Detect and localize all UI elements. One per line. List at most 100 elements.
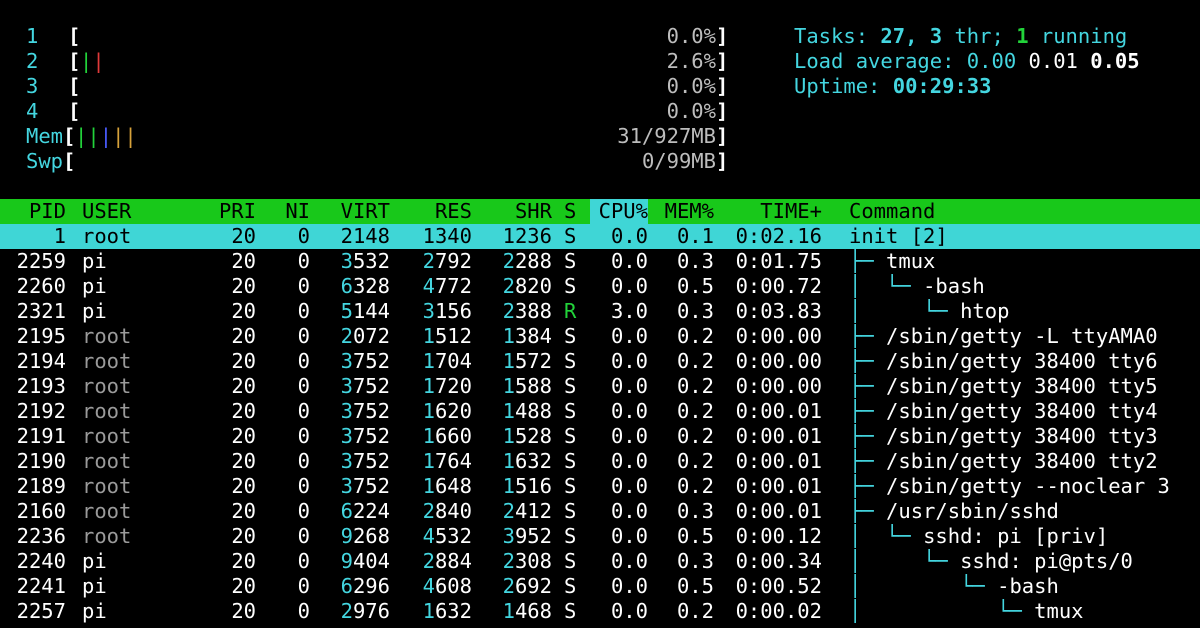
process-nice: 0 bbox=[297, 224, 310, 248]
column-mem[interactable]: MEM% bbox=[654, 199, 714, 224]
process-cpu-percent: 0.0 bbox=[610, 549, 648, 573]
process-row[interactable]: 2241 pi 20 0 6296 4608 2692 S 0.0 0.5 0:00.52 │ └─ … bbox=[0, 574, 1200, 599]
value-thousands: 3 bbox=[422, 299, 435, 323]
process-shr: 1488 bbox=[480, 399, 552, 424]
process-time: 0:00.00 bbox=[735, 324, 822, 348]
column-pid[interactable]: PID bbox=[0, 199, 66, 224]
process-cpu-percent: 0.0 bbox=[610, 224, 648, 248]
process-row[interactable]: 2194 root 20 0 3752 1704 1572 S 0.0 0.2 0:00.00 ├─ … bbox=[0, 349, 1200, 374]
process-pid: 2260 bbox=[16, 274, 66, 298]
process-time: 0:00.00 bbox=[735, 374, 822, 398]
column-res[interactable]: RES bbox=[400, 199, 472, 224]
column-virt[interactable]: VIRT bbox=[320, 199, 390, 224]
process-command: ├─ /sbin/getty --noclear 3 bbox=[849, 474, 1200, 499]
process-cpu-percent: 0.0 bbox=[610, 349, 648, 373]
process-row[interactable]: 2257 pi 20 0 2976 1632 1468 S 0.0 0.2 0:00.02 │ └─ … bbox=[0, 599, 1200, 624]
process-tree-branch: │ └─ bbox=[849, 599, 1035, 623]
meter-bracket-close: ] bbox=[716, 74, 729, 98]
process-mem-percent: 0.5 bbox=[676, 524, 714, 548]
process-command: │ └─ -bash bbox=[849, 274, 1200, 299]
process-virt: 3752 bbox=[320, 399, 390, 424]
process-row[interactable]: 2189 root 20 0 3752 1648 1516 S 0.0 0.2 0:00.01 ├─ … bbox=[0, 474, 1200, 499]
meter-bar-segment: | bbox=[99, 124, 113, 148]
value-remainder: 412 bbox=[514, 499, 552, 523]
uptime-label: Uptime: bbox=[794, 74, 893, 98]
column-shr[interactable]: SHR bbox=[480, 199, 552, 224]
process-row[interactable]: 2259 pi 20 0 3532 2792 2288 S 0.0 0.3 0:01.75 ├─ tm… bbox=[0, 249, 1200, 274]
process-mem-percent: 0.2 bbox=[676, 474, 714, 498]
column-command[interactable]: Command bbox=[849, 199, 1189, 224]
process-row[interactable]: 2236 root 20 0 9268 4532 3952 S 0.0 0.5 0:00.12 │ └… bbox=[0, 524, 1200, 549]
process-row[interactable]: 2195 root 20 0 2072 1512 1384 S 0.0 0.2 0:00.00 ├─ … bbox=[0, 324, 1200, 349]
value-thousands: 3 bbox=[502, 524, 515, 548]
process-mem-percent: 0.3 bbox=[676, 549, 714, 573]
process-nice: 0 bbox=[297, 324, 310, 348]
process-command: ├─ /sbin/getty 38400 tty3 bbox=[849, 424, 1200, 449]
process-tree-branch: ├─ bbox=[849, 374, 887, 398]
process-row[interactable]: 2321 pi 20 0 5144 3156 2388 R 3.0 0.3 0:03.83 │ └─ … bbox=[0, 299, 1200, 324]
value-remainder: 620 bbox=[434, 399, 472, 423]
process-pid: 2195 bbox=[16, 324, 66, 348]
uptime: Uptime: 00:29:33 bbox=[794, 74, 992, 98]
process-command: │ └─ sshd: pi@pts/0 bbox=[849, 549, 1200, 574]
process-command: ├─ /sbin/getty 38400 tty2 bbox=[849, 449, 1200, 474]
load-average-15: 0.05 bbox=[1090, 49, 1140, 73]
process-virt: 6224 bbox=[320, 499, 390, 524]
process-row[interactable]: 2260 pi 20 0 6328 4772 2820 S 0.0 0.5 0:00.72 │ └─ … bbox=[0, 274, 1200, 299]
process-mem-percent: 0.2 bbox=[676, 424, 714, 448]
process-row[interactable]: 2160 root 20 0 6224 2840 2412 S 0.0 0.3 0:00.01 ├─ … bbox=[0, 499, 1200, 524]
column-ni[interactable]: NI bbox=[264, 199, 310, 224]
process-row[interactable]: 2193 root 20 0 3752 1720 1588 S 0.0 0.2 0:00.00 ├─ … bbox=[0, 374, 1200, 399]
process-nice: 0 bbox=[297, 474, 310, 498]
process-state: S bbox=[564, 449, 577, 473]
value-remainder: 388 bbox=[514, 299, 552, 323]
process-user: pi bbox=[82, 249, 107, 273]
process-command-text: tmux bbox=[1034, 599, 1084, 623]
process-priority: 20 bbox=[231, 424, 256, 448]
process-tree-branch: ├─ bbox=[849, 499, 887, 523]
process-command-text: /sbin/getty 38400 tty6 bbox=[886, 349, 1158, 373]
process-state: S bbox=[564, 249, 577, 273]
meter-mem: Mem[||||| 31/927MB] bbox=[0, 124, 1200, 149]
value-remainder: 608 bbox=[434, 574, 472, 598]
value-remainder: 308 bbox=[514, 549, 552, 573]
value-remainder: 532 bbox=[434, 524, 472, 548]
column-user[interactable]: USER bbox=[82, 199, 182, 224]
process-row[interactable]: 2192 root 20 0 3752 1620 1488 S 0.0 0.2 0:00.01 ├─ … bbox=[0, 399, 1200, 424]
column-pri[interactable]: PRI bbox=[200, 199, 256, 224]
meter-bracket-close: ] bbox=[716, 124, 729, 148]
value-remainder: 792 bbox=[434, 249, 472, 273]
process-pid: 2257 bbox=[16, 599, 66, 623]
meter-value: 0.0% bbox=[666, 99, 716, 123]
process-user: root bbox=[82, 374, 132, 398]
column-cpu-sort[interactable]: CPU% bbox=[590, 199, 648, 224]
process-nice: 0 bbox=[297, 549, 310, 573]
process-res: 4532 bbox=[400, 524, 472, 549]
process-res: 2840 bbox=[400, 499, 472, 524]
process-state: S bbox=[564, 274, 577, 298]
meter-bar-segment: | bbox=[124, 124, 137, 148]
process-state: S bbox=[564, 574, 577, 598]
column-time[interactable]: TIME+ bbox=[730, 199, 822, 224]
process-command: ├─ tmux bbox=[849, 249, 1200, 274]
value-thousands: 3 bbox=[340, 349, 353, 373]
value-remainder: 720 bbox=[434, 374, 472, 398]
value-thousands: 1 bbox=[422, 324, 435, 348]
process-shr: 1632 bbox=[480, 449, 552, 474]
process-row[interactable]: 2190 root 20 0 3752 1764 1632 S 0.0 0.2 0:00.01 ├─ … bbox=[0, 449, 1200, 474]
process-row[interactable]: 1 root 20 0 2148 1340 1236 S 0.0 0.1 0:02.16 init [… bbox=[0, 224, 1200, 249]
value-remainder: 488 bbox=[514, 399, 552, 423]
process-command-text: /sbin/getty 38400 tty2 bbox=[886, 449, 1158, 473]
column-state[interactable]: S bbox=[564, 199, 584, 224]
meter-bracket-open: [ bbox=[68, 99, 81, 123]
process-mem-percent: 0.2 bbox=[676, 449, 714, 473]
process-shr: 1516 bbox=[480, 474, 552, 499]
value-remainder: 692 bbox=[514, 574, 552, 598]
process-res: 3156 bbox=[400, 299, 472, 324]
process-command: │ └─ -bash bbox=[849, 574, 1200, 599]
process-row[interactable]: 2191 root 20 0 3752 1660 1528 S 0.0 0.2 0:00.01 ├─ … bbox=[0, 424, 1200, 449]
process-row[interactable]: 2240 pi 20 0 9404 2884 2308 S 0.0 0.3 0:00.34 │ └─ … bbox=[0, 549, 1200, 574]
process-user: pi bbox=[82, 299, 107, 323]
process-priority: 20 bbox=[231, 224, 256, 248]
process-nice: 0 bbox=[297, 274, 310, 298]
